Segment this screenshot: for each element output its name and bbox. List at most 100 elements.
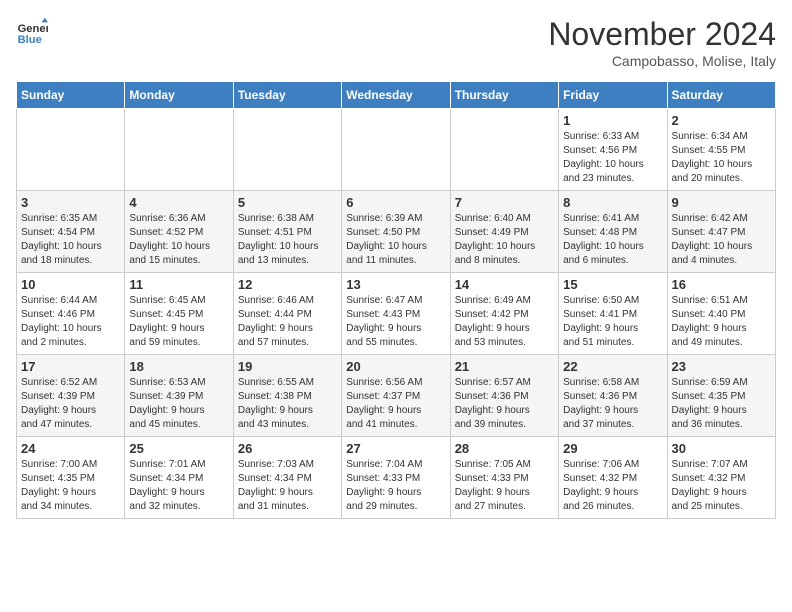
day-number: 19: [238, 359, 337, 374]
calendar-table: SundayMondayTuesdayWednesdayThursdayFrid…: [16, 81, 776, 519]
calendar-day-cell: 10 Sunrise: 6:44 AM Sunset: 4:46 PM Dayli…: [17, 273, 125, 355]
calendar-day-cell: 21Sunrise: 6:57 AM Sunset: 4:36 PM Dayli…: [450, 355, 558, 437]
calendar-day-cell: 5 Sunrise: 6:38 AM Sunset: 4:51 PM Daylig…: [233, 191, 341, 273]
calendar-day-cell: 20Sunrise: 6:56 AM Sunset: 4:37 PM Dayli…: [342, 355, 450, 437]
weekday-header: Saturday: [667, 82, 775, 109]
day-info: Sunrise: 7:06 AM Sunset: 4:32 PM Dayligh…: [563, 458, 662, 514]
day-number: 1: [563, 113, 662, 128]
calendar-week-row: 10 Sunrise: 6:44 AM Sunset: 4:46 PM Dayli…: [17, 273, 776, 355]
weekday-header: Thursday: [450, 82, 558, 109]
calendar-day-cell: 27Sunrise: 7:04 AM Sunset: 4:33 PM Dayli…: [342, 437, 450, 519]
day-info: Sunrise: 6:36 AM Sunset: 4:52 PM Dayligh…: [129, 212, 228, 268]
day-number: 18: [129, 359, 228, 374]
weekday-header: Monday: [125, 82, 233, 109]
svg-text:General: General: [18, 23, 48, 35]
day-number: 20: [346, 359, 445, 374]
page-header: General Blue November 2024 Campobasso, M…: [16, 16, 776, 69]
calendar-day-cell: 7 Sunrise: 6:40 AM Sunset: 4:49 PM Daylig…: [450, 191, 558, 273]
day-info: Sunrise: 6:34 AM Sunset: 4:55 PM Dayligh…: [672, 130, 771, 186]
day-info: Sunrise: 6:59 AM Sunset: 4:35 PM Dayligh…: [672, 376, 771, 432]
day-info: Sunrise: 7:01 AM Sunset: 4:34 PM Dayligh…: [129, 458, 228, 514]
calendar-day-cell: 28 Sunrise: 7:05 AM Sunset: 4:33 PM Dayli…: [450, 437, 558, 519]
calendar-day-cell: 26 Sunrise: 7:03 AM Sunset: 4:34 PM Dayli…: [233, 437, 341, 519]
calendar-day-cell: 13 Sunrise: 6:47 AM Sunset: 4:43 PM Dayli…: [342, 273, 450, 355]
day-number: 17: [21, 359, 120, 374]
day-number: 5: [238, 195, 337, 210]
day-number: 10: [21, 277, 120, 292]
calendar-day-cell: 24Sunrise: 7:00 AM Sunset: 4:35 PM Dayli…: [17, 437, 125, 519]
weekday-header: Sunday: [17, 82, 125, 109]
logo: General Blue: [16, 16, 48, 48]
calendar-day-cell: 23 Sunrise: 6:59 AM Sunset: 4:35 PM Dayli…: [667, 355, 775, 437]
calendar-day-cell: 25 Sunrise: 7:01 AM Sunset: 4:34 PM Dayli…: [125, 437, 233, 519]
day-number: 8: [563, 195, 662, 210]
calendar-day-cell: 16Sunrise: 6:51 AM Sunset: 4:40 PM Dayli…: [667, 273, 775, 355]
calendar-day-cell: [125, 109, 233, 191]
weekday-header: Tuesday: [233, 82, 341, 109]
day-number: 28: [455, 441, 554, 456]
svg-text:Blue: Blue: [18, 34, 42, 46]
calendar-day-cell: 14 Sunrise: 6:49 AM Sunset: 4:42 PM Dayli…: [450, 273, 558, 355]
day-number: 9: [672, 195, 771, 210]
location-subtitle: Campobasso, Molise, Italy: [548, 53, 776, 69]
day-number: 14: [455, 277, 554, 292]
day-info: Sunrise: 6:42 AM Sunset: 4:47 PM Dayligh…: [672, 212, 771, 268]
day-number: 3: [21, 195, 120, 210]
day-number: 2: [672, 113, 771, 128]
calendar-day-cell: [450, 109, 558, 191]
day-info: Sunrise: 6:55 AM Sunset: 4:38 PM Dayligh…: [238, 376, 337, 432]
day-number: 26: [238, 441, 337, 456]
day-info: Sunrise: 6:45 AM Sunset: 4:45 PM Dayligh…: [129, 294, 228, 350]
day-info: Sunrise: 7:00 AM Sunset: 4:35 PM Dayligh…: [21, 458, 120, 514]
calendar-day-cell: 9 Sunrise: 6:42 AM Sunset: 4:47 PM Daylig…: [667, 191, 775, 273]
calendar-header-row: SundayMondayTuesdayWednesdayThursdayFrid…: [17, 82, 776, 109]
day-info: Sunrise: 6:44 AM Sunset: 4:46 PM Dayligh…: [21, 294, 120, 350]
day-info: Sunrise: 6:41 AM Sunset: 4:48 PM Dayligh…: [563, 212, 662, 268]
title-block: November 2024 Campobasso, Molise, Italy: [548, 16, 776, 69]
weekday-header: Wednesday: [342, 82, 450, 109]
month-year-title: November 2024: [548, 16, 776, 53]
day-number: 12: [238, 277, 337, 292]
day-info: Sunrise: 6:46 AM Sunset: 4:44 PM Dayligh…: [238, 294, 337, 350]
calendar-day-cell: 4 Sunrise: 6:36 AM Sunset: 4:52 PM Daylig…: [125, 191, 233, 273]
day-info: Sunrise: 7:03 AM Sunset: 4:34 PM Dayligh…: [238, 458, 337, 514]
calendar-day-cell: 30Sunrise: 7:07 AM Sunset: 4:32 PM Dayli…: [667, 437, 775, 519]
calendar-day-cell: 3Sunrise: 6:35 AM Sunset: 4:54 PM Daylig…: [17, 191, 125, 273]
calendar-day-cell: 19 Sunrise: 6:55 AM Sunset: 4:38 PM Dayli…: [233, 355, 341, 437]
day-number: 15: [563, 277, 662, 292]
day-number: 29: [563, 441, 662, 456]
day-number: 11: [129, 277, 228, 292]
calendar-day-cell: 2 Sunrise: 6:34 AM Sunset: 4:55 PM Daylig…: [667, 109, 775, 191]
calendar-day-cell: 29 Sunrise: 7:06 AM Sunset: 4:32 PM Dayli…: [559, 437, 667, 519]
day-number: 13: [346, 277, 445, 292]
day-info: Sunrise: 6:47 AM Sunset: 4:43 PM Dayligh…: [346, 294, 445, 350]
logo-icon: General Blue: [16, 16, 48, 48]
calendar-week-row: 3Sunrise: 6:35 AM Sunset: 4:54 PM Daylig…: [17, 191, 776, 273]
day-info: Sunrise: 6:40 AM Sunset: 4:49 PM Dayligh…: [455, 212, 554, 268]
day-info: Sunrise: 6:49 AM Sunset: 4:42 PM Dayligh…: [455, 294, 554, 350]
day-info: Sunrise: 6:58 AM Sunset: 4:36 PM Dayligh…: [563, 376, 662, 432]
day-number: 23: [672, 359, 771, 374]
day-number: 25: [129, 441, 228, 456]
day-number: 4: [129, 195, 228, 210]
calendar-day-cell: [342, 109, 450, 191]
day-number: 16: [672, 277, 771, 292]
day-number: 7: [455, 195, 554, 210]
day-info: Sunrise: 6:57 AM Sunset: 4:36 PM Dayligh…: [455, 376, 554, 432]
calendar-day-cell: 6Sunrise: 6:39 AM Sunset: 4:50 PM Daylig…: [342, 191, 450, 273]
calendar-day-cell: 12 Sunrise: 6:46 AM Sunset: 4:44 PM Dayli…: [233, 273, 341, 355]
calendar-day-cell: 8 Sunrise: 6:41 AM Sunset: 4:48 PM Daylig…: [559, 191, 667, 273]
day-info: Sunrise: 6:38 AM Sunset: 4:51 PM Dayligh…: [238, 212, 337, 268]
calendar-day-cell: 15 Sunrise: 6:50 AM Sunset: 4:41 PM Dayli…: [559, 273, 667, 355]
calendar-day-cell: 17 Sunrise: 6:52 AM Sunset: 4:39 PM Dayli…: [17, 355, 125, 437]
day-info: Sunrise: 7:05 AM Sunset: 4:33 PM Dayligh…: [455, 458, 554, 514]
day-number: 22: [563, 359, 662, 374]
calendar-day-cell: [17, 109, 125, 191]
calendar-day-cell: [233, 109, 341, 191]
day-number: 27: [346, 441, 445, 456]
weekday-header: Friday: [559, 82, 667, 109]
day-info: Sunrise: 6:52 AM Sunset: 4:39 PM Dayligh…: [21, 376, 120, 432]
day-info: Sunrise: 6:39 AM Sunset: 4:50 PM Dayligh…: [346, 212, 445, 268]
day-info: Sunrise: 6:50 AM Sunset: 4:41 PM Dayligh…: [563, 294, 662, 350]
day-info: Sunrise: 6:33 AM Sunset: 4:56 PM Dayligh…: [563, 130, 662, 186]
